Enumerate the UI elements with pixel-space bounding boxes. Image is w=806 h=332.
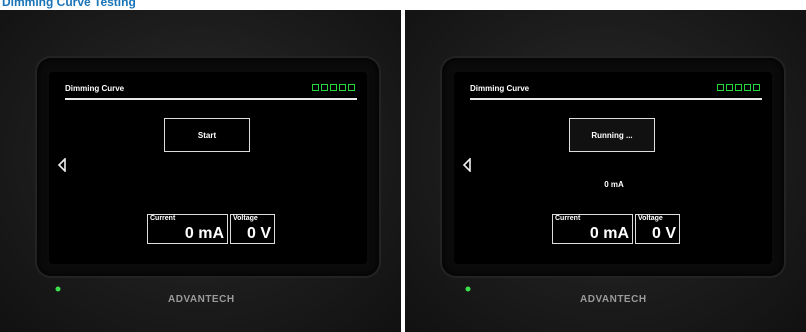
device-bezel: Dimming Curve Running ... 0 mA Current 0… [442,58,784,276]
start-button[interactable]: Start [164,118,250,152]
brand-logo: ADVANTECH [580,294,647,305]
device-photo-right: Dimming Curve Running ... 0 mA Current 0… [405,10,806,332]
status-light-icon [330,84,337,91]
status-light-icon [717,84,724,91]
voltage-meter: Voltage 0 V [635,214,680,244]
screen-title: Dimming Curve [470,84,530,93]
voltage-value: 0 V [246,225,271,242]
current-label: Current [555,215,581,222]
status-lights [717,84,760,91]
status-light-icon [744,84,751,91]
live-current-readout: 0 mA [604,180,624,189]
status-light-icon [339,84,346,91]
current-label: Current [150,215,176,222]
brand-logo: ADVANTECH [168,294,235,305]
start-button-label: Start [197,130,217,140]
back-arrow-icon[interactable] [462,158,472,172]
caption-text: Dimming Curve Testing [2,0,136,9]
voltage-value: 0 V [651,225,676,242]
current-meter: Current 0 mA [147,214,228,244]
status-light-icon [753,84,760,91]
title-bar: Dimming Curve [65,84,357,100]
touch-screen: Dimming Curve Running ... 0 mA Current 0… [454,72,772,264]
status-lights [312,84,355,91]
power-led-icon [465,286,471,292]
status-light-icon [735,84,742,91]
touch-screen: Dimming Curve Start Current 0 mA Voltage… [49,72,367,264]
status-light-icon [726,84,733,91]
current-meter: Current 0 mA [552,214,633,244]
power-led-icon [55,286,61,292]
current-value: 0 mA [589,225,629,242]
current-value: 0 mA [184,225,224,242]
status-light-icon [312,84,319,91]
voltage-label: Voltage [638,215,663,222]
status-light-icon [321,84,328,91]
running-label: Running ... [591,130,633,140]
voltage-meter: Voltage 0 V [230,214,275,244]
screen-title: Dimming Curve [65,84,125,93]
running-status-box: Running ... [569,118,655,152]
title-bar: Dimming Curve [470,84,762,100]
device-photo-left: Dimming Curve Start Current 0 mA Voltage… [0,10,401,332]
device-bezel: Dimming Curve Start Current 0 mA Voltage… [37,58,379,276]
status-light-icon [348,84,355,91]
back-arrow-icon[interactable] [57,158,67,172]
voltage-label: Voltage [233,215,258,222]
